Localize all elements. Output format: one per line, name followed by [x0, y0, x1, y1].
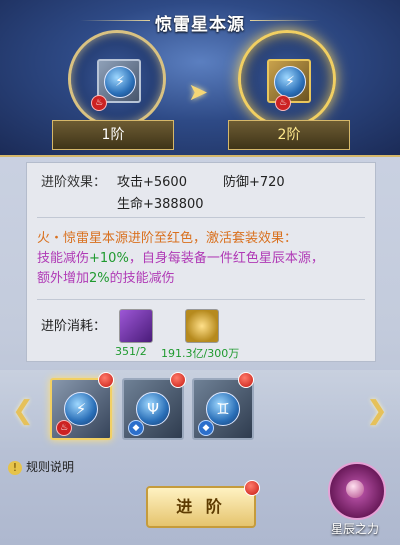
- notification-dot: [238, 372, 254, 388]
- lightning-icon: ⚡: [104, 66, 136, 98]
- star-power-label: 星辰之力: [330, 522, 379, 536]
- star-power-button[interactable]: 星辰之力: [320, 458, 390, 540]
- page-title: 惊雷星本源: [155, 15, 245, 35]
- header-banner: 惊雷星本源 ⚡ ♨ ➤ ⚡ ♨ 1阶 2阶: [0, 0, 400, 157]
- chevron-right-icon[interactable]: ❯: [366, 396, 388, 426]
- purple-crystal-icon[interactable]: [119, 309, 153, 343]
- next-stage-label: 2阶: [228, 120, 350, 150]
- defense-value: 防御+720: [223, 175, 285, 190]
- water-element-icon: ◆: [128, 420, 144, 436]
- next-stage-ring: ⚡ ♨: [238, 30, 336, 128]
- set-bonus-title: 火・惊雷星本源进阶至红色，激活套装效果：: [37, 231, 298, 246]
- chevron-left-icon[interactable]: ❮: [12, 396, 34, 426]
- water-element-icon: ◆: [198, 420, 214, 436]
- next-stage-slot: ⚡: [267, 59, 311, 103]
- divider: [37, 299, 365, 300]
- info-icon: !: [8, 460, 22, 475]
- stone-carousel: ❮ ⚡ ♨ Ψ ◆ ♊ ◆ ❯: [0, 370, 400, 450]
- set-bonus-value: +10%: [89, 251, 129, 266]
- crystal-cost: 351/2: [115, 345, 147, 358]
- current-stage-ring: ⚡ ♨: [68, 30, 166, 128]
- fire-element-icon: ♨: [56, 420, 72, 436]
- title-decoration-right: [250, 20, 320, 21]
- attack-value: 攻击+5600: [117, 175, 187, 190]
- planet-icon: [346, 480, 364, 498]
- set-bonus-text: 的技能减伤: [109, 271, 175, 286]
- set-bonus-text: 额外增加: [37, 271, 90, 286]
- notification-dot: [244, 480, 260, 496]
- rules-link[interactable]: ! 规则说明: [8, 458, 74, 475]
- notification-dot: [98, 372, 114, 388]
- current-stage-label: 1阶: [52, 120, 174, 150]
- divider: [37, 217, 365, 218]
- set-bonus-text: 技能减伤: [37, 251, 90, 266]
- fire-element-icon: ♨: [275, 95, 291, 111]
- details-panel: 进阶效果： 攻击+5600 防御+720 生命+388800 火・惊雷星本源进阶…: [26, 162, 376, 362]
- rules-label: 规则说明: [26, 460, 75, 474]
- hp-value: 生命+388800: [117, 197, 204, 212]
- lightning-icon: ⚡: [274, 66, 306, 98]
- set-bonus-value: 2%: [89, 271, 110, 286]
- set-bonus-text: ，自身每装备一件红色星辰本源，: [128, 251, 324, 266]
- coins-cost: 191.3亿/300万: [161, 347, 240, 360]
- arrow-right-icon: ➤: [188, 78, 209, 106]
- notification-dot: [170, 372, 186, 388]
- advance-button[interactable]: 进 阶: [146, 486, 256, 528]
- fire-element-icon: ♨: [91, 95, 107, 111]
- set-bonus-description: 火・惊雷星本源进阶至红色，激活套装效果： 技能减伤+10%，自身每装备一件红色星…: [37, 229, 367, 289]
- cost-label: 进阶消耗：: [41, 319, 107, 334]
- effects-label: 进阶效果：: [41, 175, 107, 190]
- gold-coins-icon[interactable]: [185, 309, 219, 343]
